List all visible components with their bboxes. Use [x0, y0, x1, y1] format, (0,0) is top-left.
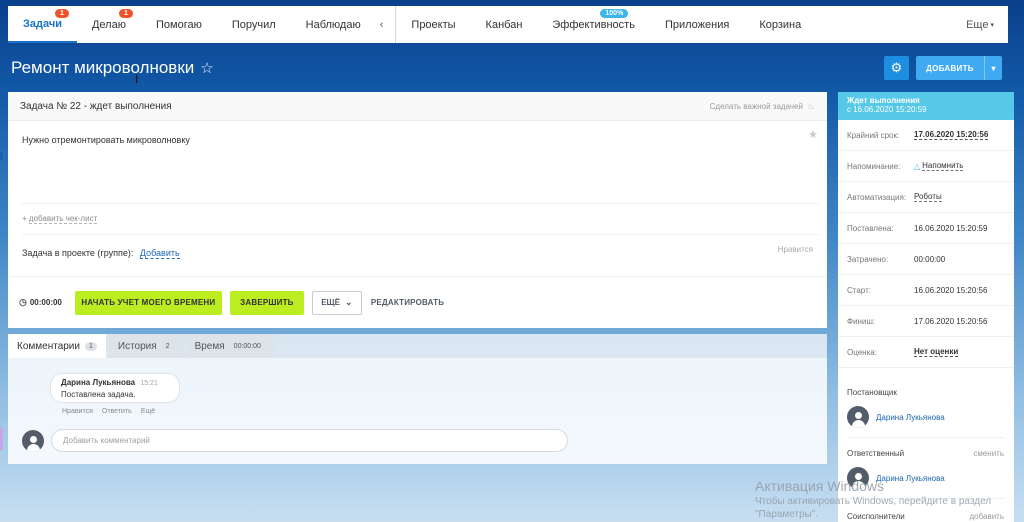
task-description: Нужно отремонтировать микроволновку [22, 135, 190, 145]
divider [847, 437, 1005, 438]
start-time-tracking-button[interactable]: НАЧАТЬ УЧЕТ МОЕГО ВРЕМЕНИ [74, 290, 222, 315]
nav-more-button[interactable]: Еще ▾ [952, 6, 1008, 43]
add-checklist-link[interactable]: + добавить чек-лист [22, 214, 98, 224]
project-row: Задача в проекте (группе): Добавить [22, 248, 180, 259]
chevron-down-icon[interactable]: ▾ [984, 56, 1002, 80]
divider [22, 234, 819, 235]
edit-button[interactable]: РЕДАКТИРОВАТЬ [371, 298, 444, 307]
comment-actions: Нравится Ответить Ещё [62, 408, 155, 415]
nav-item-doing[interactable]: Делаю 1 [77, 6, 141, 43]
nav-item-tasks[interactable]: Задачи 1 [8, 6, 77, 43]
sidebar-row-spent: Затрачено: 00:00:00 [838, 244, 1014, 275]
sidebar-row-finish: Финиш: 17.06.2020 15:20:56 [838, 306, 1014, 337]
like-link[interactable]: Нравится [778, 245, 813, 254]
timer: ◷ 00:00:00 [19, 297, 62, 307]
tab-history[interactable]: История 2 [108, 334, 183, 358]
nav-item-efficiency[interactable]: Эффективность 100% [537, 6, 650, 43]
sidebar-row-reminder: Напоминание: △ Напомнить [838, 151, 1014, 182]
nav-item-kanban[interactable]: Канбан [471, 6, 538, 43]
task-header: Задача № 22 - ждет выполнения Сделать ва… [8, 92, 827, 121]
task-sidebar: Ждет выполнения с 16.06.2020 15:20:59 Кр… [838, 92, 1014, 522]
avatar [22, 430, 44, 452]
tab-count: 00:00:00 [229, 341, 265, 351]
avatar [847, 406, 869, 428]
caret-down-icon: ▾ [990, 21, 994, 29]
task-actions: ◷ 00:00:00 НАЧАТЬ УЧЕТ МОЕГО ВРЕМЕНИ ЗАВ… [8, 276, 827, 328]
rating-link[interactable]: Нет оценки [914, 347, 959, 357]
tab-count: 1 [84, 341, 97, 351]
finish-button[interactable]: ЗАВЕРШИТЬ [229, 290, 304, 315]
efficiency-badge: 100% [600, 9, 629, 18]
top-navigation: Задачи 1 Делаю 1 Помогаю Поручил Наблюда… [8, 6, 1008, 43]
comments-panel: Дарина Лукьянова 15:21 Поставлена задача… [8, 358, 827, 464]
tab-comments[interactable]: Комментарии 1 [8, 334, 106, 358]
creator-label: Постановщик [847, 388, 897, 397]
text-cursor-icon: I [135, 72, 139, 86]
comment-reply-link[interactable]: Ответить [102, 408, 132, 415]
responsible-label: Ответственный [847, 449, 905, 458]
deadline-value[interactable]: 17.06.2020 15:20:56 [914, 130, 989, 140]
status-badge: Ждет выполнения [847, 96, 920, 105]
nav-badge: 1 [55, 9, 69, 18]
chevron-down-icon: ⌄ [345, 297, 353, 307]
change-responsible-link[interactable]: сменить [973, 449, 1004, 458]
nav-item-helping[interactable]: Помогаю [141, 6, 217, 43]
sidebar-row-automation: Автоматизация: Роботы [838, 182, 1014, 213]
task-header-title: Задача № 22 - ждет выполнения [20, 100, 172, 112]
nav-item-assigned[interactable]: Поручил [217, 6, 291, 43]
comment-bubble: Дарина Лукьянова 15:21 Поставлена задача… [50, 373, 180, 403]
task-card: Задача № 22 - ждет выполнения Сделать ва… [8, 92, 827, 328]
status-since: с 16.06.2020 15:20:59 [847, 105, 927, 114]
project-add-link[interactable]: Добавить [139, 248, 180, 259]
clock-icon: ◷ [19, 297, 27, 307]
star-icon[interactable]: ☆ [200, 59, 213, 77]
robots-link[interactable]: Роботы [914, 192, 942, 202]
creator-user[interactable]: Дарина Лукьянова [847, 406, 945, 428]
settings-button[interactable]: ⚙ [884, 56, 909, 80]
divider [22, 203, 819, 204]
edge-marker [0, 428, 3, 450]
sidebar-row-deadline: Крайний срок: 17.06.2020 15:20:56 [838, 120, 1014, 151]
nav-item-apps[interactable]: Приложения [650, 6, 744, 43]
make-important-link[interactable]: Сделать важной задачей ♨ [710, 101, 815, 112]
star-icon[interactable]: ★ [808, 128, 818, 141]
comment-like-link[interactable]: Нравится [62, 408, 93, 415]
bell-icon: △ [914, 161, 921, 171]
tab-count: 2 [161, 341, 174, 351]
gear-icon: ⚙ [890, 60, 903, 75]
comment-text: Поставлена задача. [61, 390, 136, 399]
plus-icon: + [22, 214, 27, 223]
sidebar-row-created: Поставлена: 16.06.2020 15:20:59 [838, 213, 1014, 244]
comment-input[interactable]: Добавить комментарий [51, 429, 568, 452]
tab-time[interactable]: Время 00:00:00 [185, 334, 274, 358]
flame-icon: ♨ [806, 100, 815, 111]
nav-item-projects[interactable]: Проекты [396, 6, 470, 43]
status-header: Ждет выполнения с 16.06.2020 15:20:59 [838, 92, 1014, 120]
windows-activation-watermark: Активация Windows Чтобы активировать Win… [755, 478, 992, 520]
chevron-left-icon[interactable]: ‹ [376, 6, 388, 43]
sidebar-row-start: Старт: 16.06.2020 15:20:56 [838, 275, 1014, 306]
nav-item-watching[interactable]: Наблюдаю [291, 6, 376, 43]
page-title: Ремонт микроволновки ☆ [11, 58, 214, 77]
add-button[interactable]: ДОБАВИТЬ ▾ [916, 56, 1002, 80]
nav-item-trash[interactable]: Корзина [744, 6, 816, 43]
comment-tabs: Комментарии 1 История 2 Время 00:00:00 [8, 334, 827, 358]
more-button[interactable]: ЕЩЁ ⌄ [311, 290, 362, 315]
nav-badge: 1 [118, 9, 133, 18]
comment-time: 15:21 [140, 380, 158, 387]
sidebar-row-rating: Оценка: Нет оценки [838, 337, 1014, 368]
reminder-link[interactable]: Напомнить [922, 161, 964, 171]
comment-more-link[interactable]: Ещё [141, 408, 155, 415]
comment-author[interactable]: Дарина Лукьянова 15:21 [61, 378, 169, 387]
edge-marker [0, 152, 3, 160]
